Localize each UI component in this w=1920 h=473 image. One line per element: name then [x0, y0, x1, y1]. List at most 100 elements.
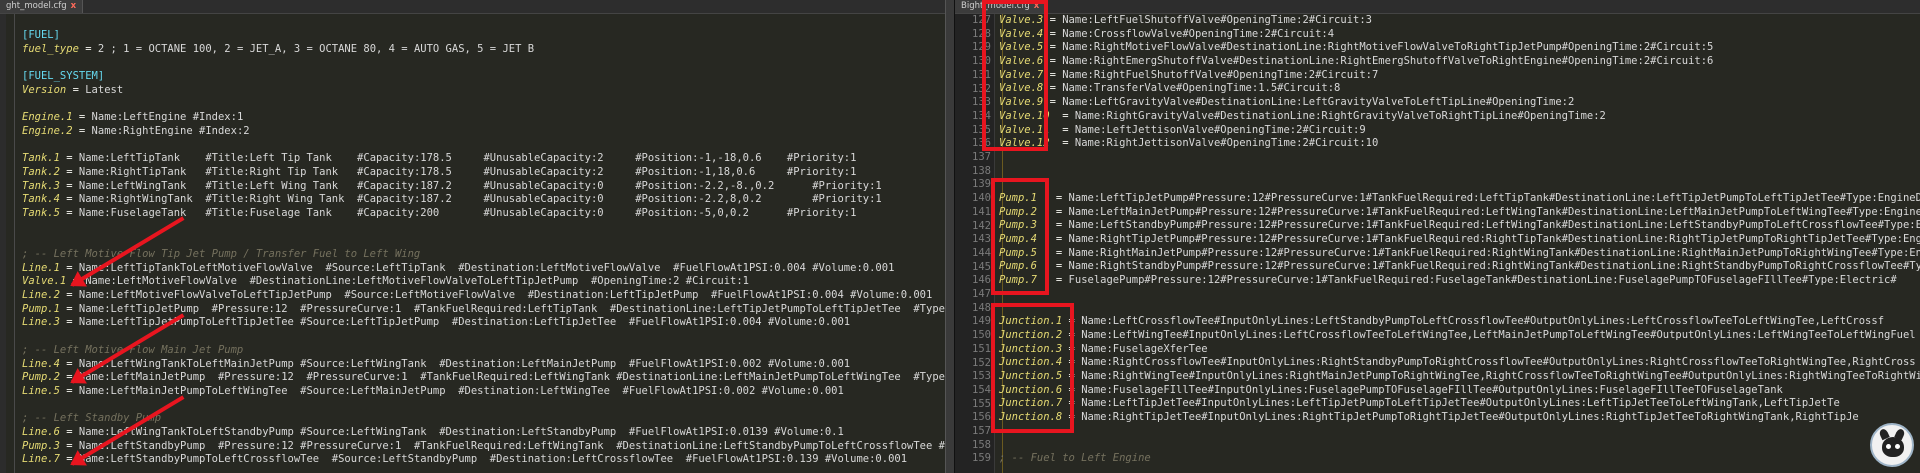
code-line[interactable]: ; -- Left Motive Flow Tip Jet Pump / Tra… [22, 248, 945, 262]
tab-close-icon[interactable]: x [71, 1, 76, 11]
left-editor-pane[interactable]: ght_model.cfg x [FUEL] fuel_type = 2 ; 1 =… [0, 0, 945, 473]
config-value: Name:RightEngine #Index:2 [91, 124, 250, 137]
code-line[interactable]: Pump.2 = Name:LeftMainJetPump#Pressure:1… [999, 206, 1920, 220]
code-line[interactable]: Version = Latest [22, 84, 945, 98]
code-line[interactable]: Junction.3 = Name:FuselageXferTee [999, 343, 1920, 357]
cat-avatar-icon [1870, 423, 1914, 467]
code-line[interactable] [22, 330, 945, 344]
pane-splitter[interactable] [945, 0, 955, 473]
code-line[interactable]: Line.2 = Name:LeftMotiveFlowValveToLeftT… [22, 289, 945, 303]
code-line[interactable]: Pump.1 = Name:LeftTipJetPump#Pressure:12… [999, 192, 1920, 206]
code-comment: ; -- Left Motive Flow Tip Jet Pump / Tra… [22, 248, 421, 260]
code-line[interactable]: Pump.7 = FuselagePump#Pressure:12#Pressu… [999, 274, 1920, 288]
indent-guide [14, 14, 15, 473]
code-line[interactable]: Valve.11 = Name:LeftJettisonValve#Openin… [999, 124, 1920, 138]
code-line[interactable]: Junction.4 = Name:RightCrossflowTee#Inpu… [999, 356, 1920, 370]
assign-op: = [78, 42, 98, 55]
config-value: Name:RightEmergShutoffValve#DestinationL… [1062, 55, 1714, 68]
code-line[interactable]: Line.6 = Name:LeftWingTankToLeftStandbyP… [22, 426, 945, 440]
code-line[interactable] [999, 301, 1920, 315]
code-line[interactable]: Valve.8 = Name:TransferValve#OpeningTime… [999, 82, 1920, 96]
assign-op: = [59, 425, 79, 438]
code-line[interactable]: Pump.3 = Name:LeftStandbyPump #Pressure:… [22, 440, 945, 454]
right-editor-pane[interactable]: Bight_model.cfg x 127 128 129 130 131 132 133 13… [955, 0, 1920, 473]
code-line[interactable]: [FUEL] [22, 29, 945, 43]
config-key: Line.4 [22, 357, 60, 370]
code-line[interactable]: Valve.3 = Name:LeftFuelShutoffValve#Open… [999, 14, 1920, 28]
code-line[interactable] [22, 234, 945, 248]
code-line[interactable]: Tank.1 = Name:LeftTipTank #Title:Left Ti… [22, 152, 945, 166]
code-line[interactable]: Junction.5 = Name:RightWingTee#InputOnly… [999, 370, 1920, 384]
code-line[interactable]: fuel_type = 2 ; 1 = OCTANE 100, 2 = JET_… [22, 43, 945, 57]
code-line[interactable]: [FUEL_SYSTEM] [22, 70, 945, 84]
code-line[interactable] [999, 178, 1920, 192]
config-value: Name:LeftMainJetPump#Pressure:12#Pressur… [1068, 205, 1920, 218]
code-line[interactable]: Valve.5 = Name:RightMotiveFlowValve#Dest… [999, 41, 1920, 55]
code-line[interactable] [22, 97, 945, 111]
code-line[interactable]: ; -- Left Standby Pump [22, 412, 945, 426]
code-line[interactable]: Tank.5 = Name:FuselageTank #Title:Fusela… [22, 207, 945, 221]
code-line[interactable]: Line.7 = Name:LeftStandbyPumpToLeftCross… [22, 453, 945, 467]
code-line[interactable]: Valve.9 = Name:LeftGravityValve#Destinat… [999, 96, 1920, 110]
config-key: Tank.1 [22, 152, 60, 165]
code-line[interactable]: Junction.6 = Name:FuselageFIllTee#InputO… [999, 384, 1920, 398]
code-line[interactable] [999, 288, 1920, 302]
code-line[interactable]: Line.1 = Name:LeftTipTankToLeftMotiveFlo… [22, 262, 945, 276]
code-comment: ; -- Fuel to Left Engine [999, 452, 1151, 464]
code-line[interactable]: Line.5 = Name:LeftMainJetPumpToLeftWingT… [22, 385, 945, 399]
code-line[interactable] [999, 438, 1920, 452]
code-line[interactable]: Valve.7 = Name:RightFuelShutoffValve#Ope… [999, 69, 1920, 83]
section-header: [FUEL_SYSTEM] [22, 70, 105, 83]
line-number: 141 [972, 205, 991, 218]
assign-op: = [59, 179, 79, 192]
config-value: Name:RightStandbyPump#Pressure:12#Pressu… [1068, 260, 1920, 273]
code-line[interactable]: Pump.1 = Name:LeftTipJetPump #Pressure:1… [22, 303, 945, 317]
code-line[interactable] [22, 56, 945, 70]
code-line[interactable]: Valve.6 = Name:RightEmergShutoffValve#De… [999, 55, 1920, 69]
config-value: Name:LeftStandbyPump #Pressure:12 #Press… [78, 439, 945, 452]
code-line[interactable]: Pump.3 = Name:LeftStandbyPump#Pressure:1… [999, 219, 1920, 233]
code-line[interactable]: Valve.10 = Name:RightGravityValve#Destin… [999, 110, 1920, 124]
config-value: Name:LeftCrossflowTee#InputOnlyLines:Lef… [1081, 315, 1885, 328]
code-line[interactable]: Junction.7 = Name:LeftTipJetTee#InputOnl… [999, 397, 1920, 411]
right-code-lines[interactable]: Valve.3 = Name:LeftFuelShutoffValve#Open… [999, 14, 1920, 466]
code-line[interactable]: Valve.4 = Name:CrossflowValve#OpeningTim… [999, 28, 1920, 42]
code-line[interactable] [22, 139, 945, 153]
assign-op: = [1049, 123, 1075, 136]
code-line[interactable]: Engine.1 = Name:LeftEngine #Index:1 [22, 111, 945, 125]
assign-op: = [59, 206, 79, 219]
code-line[interactable] [999, 151, 1920, 165]
code-line[interactable]: ; -- Fuel to Left Engine [999, 452, 1920, 466]
code-line[interactable]: Pump.4 = Name:RightTipJetPump#Pressure:1… [999, 233, 1920, 247]
code-line[interactable]: ; -- Left Motive Flow Main Jet Pump [22, 344, 945, 358]
code-line[interactable]: Pump.5 = Name:RightMainJetPump#Pressure:… [999, 247, 1920, 261]
code-line[interactable]: Tank.3 = Name:LeftWingTank #Title:Left W… [22, 180, 945, 194]
code-line[interactable] [999, 165, 1920, 179]
tab-left-file[interactable]: ght_model.cfg x [0, 0, 84, 13]
config-value: Name:RightGravityValve#DestinationLine:R… [1074, 109, 1606, 122]
assign-op: = [66, 83, 86, 96]
config-key: Pump.2 [22, 371, 60, 384]
code-line[interactable]: Pump.2 = Name:LeftMainJetPump #Pressure:… [22, 371, 945, 385]
right-tab-bar: Bight_model.cfg x [955, 0, 1920, 14]
config-key: Line.7 [22, 453, 60, 466]
code-line[interactable]: Tank.4 = Name:RightWingTank #Title:Right… [22, 193, 945, 207]
left-code-lines[interactable]: [FUEL] fuel_type = 2 ; 1 = OCTANE 100, 2 … [22, 29, 945, 467]
code-line[interactable]: Line.4 = Name:LeftWingTankToLeftMainJetP… [22, 358, 945, 372]
code-line[interactable]: Junction.1 = Name:LeftCrossflowTee#Input… [999, 315, 1920, 329]
config-value: Name:CrossflowValve#OpeningTime:2#Circui… [1062, 27, 1335, 40]
config-value: Name:RightMainJetPump#Pressure:12#Pressu… [1068, 246, 1920, 259]
code-line[interactable]: Junction.2 = Name:LeftWingTee#InputOnlyL… [999, 329, 1920, 343]
line-number: 158 [972, 438, 991, 451]
config-value: Name:LeftMotiveFlowValve #DestinationLin… [85, 275, 749, 288]
code-line[interactable]: Valve.12 = Name:RightJettisonValve#Openi… [999, 137, 1920, 151]
code-line[interactable]: Pump.6 = Name:RightStandbyPump#Pressure:… [999, 260, 1920, 274]
code-line[interactable]: Junction.8 = Name:RightTipJetTee#InputOn… [999, 411, 1920, 425]
config-value: Name:RightTipTank #Title:Right Tip Tank … [78, 165, 857, 178]
code-line[interactable]: Valve.1 = Name:LeftMotiveFlowValve #Dest… [22, 275, 945, 289]
config-value: Name:RightTipJetPump#Pressure:12#Pressur… [1068, 233, 1920, 245]
line-number: 150 [972, 329, 991, 342]
code-line[interactable] [999, 425, 1920, 439]
code-line[interactable]: Tank.2 = Name:RightTipTank #Title:Right … [22, 166, 945, 180]
code-line[interactable]: Engine.2 = Name:RightEngine #Index:2 [22, 125, 945, 139]
